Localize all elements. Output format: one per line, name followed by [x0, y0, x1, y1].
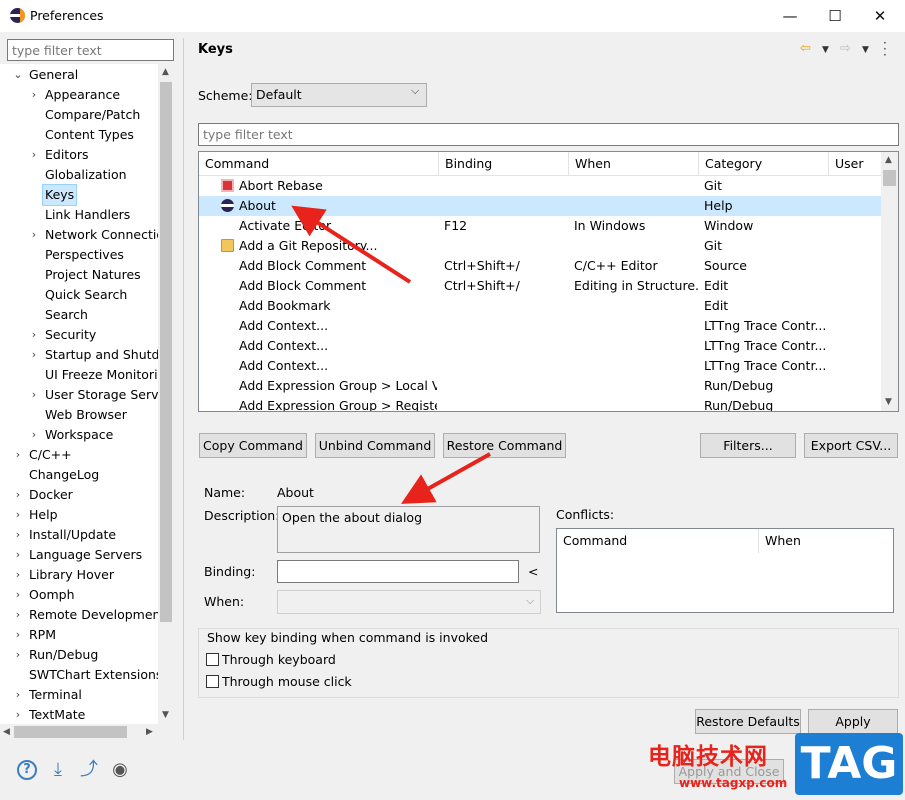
annotation-arrows: [291, 205, 491, 504]
watermark-url: www.tagxp.com: [679, 776, 788, 790]
watermark-tag-logo: TAG: [795, 733, 903, 795]
arrow-to-name: [401, 452, 491, 504]
watermark-cn: 电脑技术网: [648, 744, 768, 770]
arrow-to-about-row: [291, 205, 412, 284]
